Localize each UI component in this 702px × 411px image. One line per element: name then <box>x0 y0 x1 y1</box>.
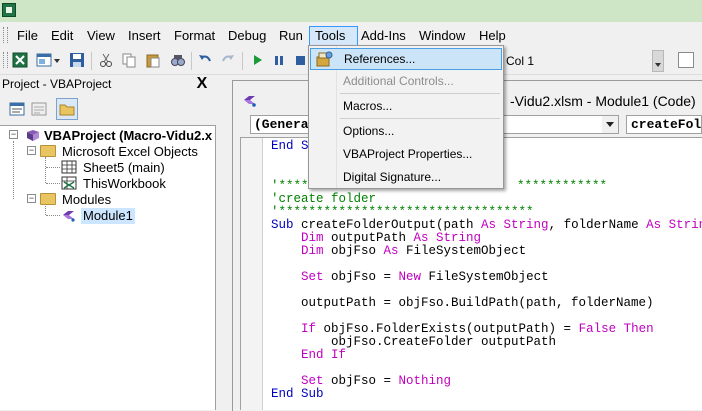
toolbar-grip[interactable] <box>3 52 8 68</box>
menu-item-label: VBAProject Properties... <box>343 147 473 161</box>
tree-line <box>45 206 46 215</box>
code-line: End Sub <box>271 387 324 401</box>
procedure-dropdown-value: createFold <box>631 117 701 132</box>
view-object-icon[interactable] <box>30 100 48 118</box>
menu-separator <box>340 118 500 119</box>
code-line: End If <box>271 348 347 362</box>
title-bar <box>0 0 702 22</box>
tree-line <box>13 141 14 199</box>
references-icon <box>315 50 333 68</box>
module-icon <box>242 92 258 108</box>
collapse-objects-toggle[interactable]: − <box>27 146 36 155</box>
menu-item-label: Macros... <box>343 99 393 113</box>
toolbar-separator <box>91 52 92 70</box>
toolbar-options-icon[interactable] <box>678 52 694 68</box>
tree-item-project[interactable]: VBAProject (Macro-Vidu2.x <box>44 128 212 144</box>
tree-line <box>46 167 60 168</box>
collapse-modules-toggle[interactable]: − <box>27 194 36 203</box>
paste-icon[interactable] <box>145 52 161 68</box>
workbook-icon <box>61 176 77 190</box>
tree-item-module[interactable]: Module1 <box>81 208 135 224</box>
break-icon[interactable] <box>271 52 287 68</box>
menu-file[interactable]: File <box>12 26 43 46</box>
toolbar-separator <box>242 52 243 70</box>
menu-debug[interactable]: Debug <box>223 26 271 46</box>
tree-item-excel-objects[interactable]: Microsoft Excel Objects <box>62 144 198 160</box>
menu-window[interactable]: Window <box>414 26 470 46</box>
menu-edit[interactable]: Edit <box>46 26 78 46</box>
menu-help[interactable]: Help <box>474 26 511 46</box>
module-icon <box>61 208 77 222</box>
view-excel-icon[interactable] <box>12 52 28 68</box>
tree-item-workbook[interactable]: ThisWorkbook <box>83 176 166 192</box>
insert-dropdown-icon[interactable] <box>53 52 61 68</box>
copy-icon[interactable] <box>121 52 137 68</box>
run-icon[interactable] <box>249 52 265 68</box>
menu-view[interactable]: View <box>82 26 120 46</box>
save-icon[interactable] <box>69 52 85 68</box>
menu-item-options[interactable]: Options... <box>310 120 502 142</box>
menu-grip[interactable] <box>3 27 8 43</box>
collapse-project-toggle[interactable]: − <box>9 130 18 139</box>
menu-separator <box>340 93 500 94</box>
tree-item-modules[interactable]: Modules <box>62 192 111 208</box>
worksheet-icon <box>61 160 77 174</box>
menu-item-digital-signature[interactable]: Digital Signature... <box>310 166 502 188</box>
cut-icon[interactable] <box>98 52 114 68</box>
folder-icon <box>40 145 56 157</box>
close-icon[interactable]: X <box>193 76 211 92</box>
toolbar-overflow-button[interactable] <box>652 50 664 72</box>
reset-icon[interactable] <box>292 52 308 68</box>
menu-format[interactable]: Format <box>169 26 220 46</box>
excel-app-icon <box>2 3 16 17</box>
toggle-folders-icon[interactable] <box>56 98 78 120</box>
code-line: outputPath = objFso.BuildPath(path, fold… <box>271 296 654 310</box>
menu-item-label: Digital Signature... <box>343 170 442 184</box>
view-code-icon[interactable] <box>8 100 26 118</box>
project-explorer-title: Project - VBAProject <box>2 77 112 91</box>
code-margin[interactable] <box>241 138 263 410</box>
folder-icon <box>40 193 56 205</box>
menu-item-additional-controls[interactable]: Additional Controls... <box>310 70 502 92</box>
menu-item-project-properties[interactable]: VBAProject Properties... <box>310 143 502 165</box>
tree-item-sheet[interactable]: Sheet5 (main) <box>83 160 165 176</box>
tree-line <box>46 183 60 184</box>
chevron-down-icon[interactable] <box>602 116 618 133</box>
menu-item-macros[interactable]: Macros... <box>310 95 502 117</box>
menu-item-references[interactable]: References... <box>310 48 502 70</box>
menu-item-label: References... <box>344 52 416 66</box>
menu-item-label: Options... <box>343 124 395 138</box>
cursor-position: Col 1 <box>506 54 535 68</box>
redo-icon[interactable] <box>220 52 236 68</box>
find-icon[interactable] <box>170 52 186 68</box>
tree-line <box>46 215 60 216</box>
undo-icon[interactable] <box>197 52 213 68</box>
toolbar-separator <box>191 52 192 70</box>
menu-item-label: Additional Controls... <box>343 74 454 88</box>
code-line: Set objFso = New FileSystemObject <box>271 270 549 284</box>
code-line: Dim objFso As FileSystemObject <box>271 244 527 258</box>
menu-add-ins[interactable]: Add-Ins <box>356 26 411 46</box>
insert-userform-icon[interactable] <box>36 52 52 68</box>
menu-tools[interactable]: Tools <box>309 26 358 46</box>
code-window-title: -Vidu2.xlsm - Module1 (Code) <box>510 93 696 109</box>
menu-run[interactable]: Run <box>274 26 308 46</box>
tree-line <box>45 157 46 183</box>
menu-insert[interactable]: Insert <box>123 26 166 46</box>
vba-project-icon <box>25 128 41 142</box>
